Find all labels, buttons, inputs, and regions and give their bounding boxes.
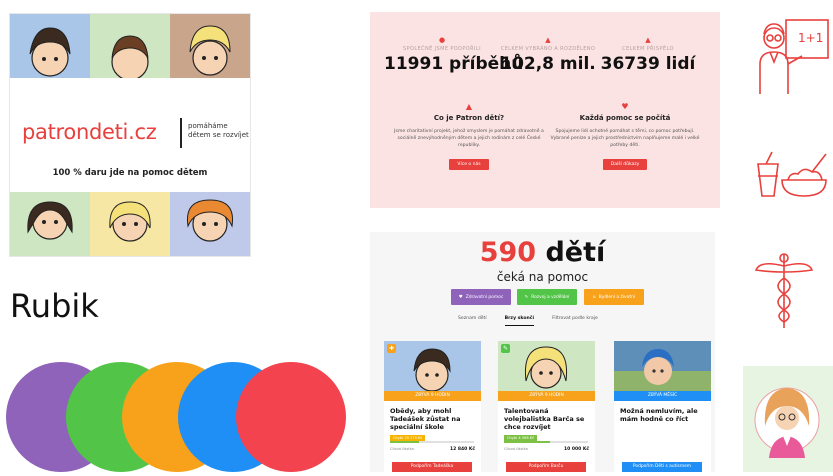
child-card[interactable]: ZBÝVÁ MĚSÍC Možná nemluvím, ale mám hodn… (614, 341, 711, 472)
goal-label: Cílová částka (504, 447, 528, 451)
time-left-band: ZBÝVÁ MĚSÍC (614, 391, 711, 401)
stat-block: ▲ CELKEM PŘISPĚLO 36739 lidí (590, 36, 706, 74)
stat-label: SPOLEČNĚ JSME PODPOŘILI (403, 46, 481, 52)
progress-bar (390, 441, 474, 443)
about-button[interactable]: Více o nás (449, 159, 489, 170)
brand-row: patrondeti.cz pomáháme dětem se rozvíjet… (10, 78, 250, 190)
kids-subtitle: čeká na pomoc (496, 270, 589, 284)
child-face-tile (10, 14, 90, 78)
card-title: Možná nemluvím, ale mám hodně co říct (620, 407, 698, 423)
heart-icon: ♥ (458, 294, 463, 300)
goal-amount: 10 000 Kč (564, 447, 589, 452)
filter-label: Zdravotní pomoc (465, 294, 504, 300)
tab-filter-region[interactable]: Filtrovat podle kraje (552, 316, 598, 326)
time-left-band: ZBÝVÁ 9 HODIN (498, 391, 595, 401)
brand-wordmark: patrondeti.cz (22, 120, 157, 144)
patrondeti-logo-card: patrondeti.cz pomáháme dětem se rozvíjet… (10, 14, 250, 256)
child-photo (498, 341, 595, 391)
kids-count-word: dětí (545, 237, 606, 268)
card-title: Obědy, aby mohl Tadeášek zůstat na speci… (390, 407, 461, 431)
child-photo (614, 341, 711, 391)
info-column: ▲ Co je Patron dětí? Jsme charitativní p… (394, 102, 544, 170)
heart-hand-icon: ♥ (621, 102, 629, 111)
info-text: Jsme charitativní projekt, jehož smyslem… (394, 129, 544, 148)
info-heading: Co je Patron dětí? (433, 114, 505, 122)
filter-label: Bydlení a životní (598, 294, 636, 300)
people-icon: ▲ (645, 36, 651, 44)
brand-tagline: pomáháme dětem se rozvíjet (188, 122, 249, 139)
food-icon (757, 151, 827, 197)
brand-subline: 100 % daru jde na pomoc dětem (52, 168, 208, 178)
support-button[interactable]: Podpořím Barču (506, 462, 586, 472)
stat-block: ● SPOLEČNĚ JSME PODPOŘILI 11991 příběhů (384, 36, 524, 74)
support-button[interactable]: Podpořím Tadeáška (392, 462, 472, 472)
kids-count-heading: 590 dětí (370, 237, 715, 268)
child-face-tile (10, 192, 90, 256)
child-face-tile (90, 192, 170, 256)
filter-health-button[interactable]: ♥ Zdravotní pomoc (451, 289, 511, 305)
stat-value: 102,8 mil. (500, 54, 596, 74)
stat-value: 36739 lidí (600, 54, 696, 74)
child-photo (384, 341, 481, 391)
font-name-title: Rubik (10, 287, 99, 325)
stat-label: CELKEM PŘISPĚLO (622, 46, 674, 52)
pencil-icon: ✎ (524, 294, 529, 300)
stats-panel: ● SPOLEČNĚ JSME PODPOŘILI 11991 příběhů … (370, 12, 720, 208)
brand-divider (180, 118, 182, 148)
house-icon: ⌂ (592, 294, 596, 300)
more-proofs-button[interactable]: Další důkazy (602, 159, 648, 170)
support-button[interactable]: Podpořím Děti s autismem (622, 462, 702, 472)
money-icon: ▲ (545, 36, 551, 44)
health-badge-icon: ✚ (387, 344, 396, 353)
teacher-icon: 1+1 (759, 19, 829, 94)
stat-block: ▲ CELKEM VYBRÁNO A ROZDĚLENO 102,8 mil. (490, 36, 606, 74)
goal-amount: 12 840 Kč (450, 447, 475, 452)
filter-housing-button[interactable]: ⌂ Bydlení a životní (584, 289, 644, 305)
svg-text:1+1: 1+1 (798, 31, 823, 45)
doctor-avatar-icon (754, 387, 820, 458)
kids-panel: 590 dětí čeká na pomoc ♥ Zdravotní pomoc… (370, 232, 715, 472)
child-face-tile (90, 14, 170, 78)
kids-count: 590 (479, 237, 537, 268)
goal-label: Cílová částka (390, 447, 414, 451)
progress-bar (504, 441, 588, 443)
child-face-tile (170, 192, 250, 256)
kids-tabs: Seznam dětí Brzy skončí Filtrovat podle … (458, 316, 638, 326)
child-face-tile (170, 14, 250, 78)
info-heading: Každá pomoc se počítá (579, 114, 671, 122)
tab-ending-soon[interactable]: Brzy skončí (504, 316, 535, 326)
medical-caduceus-icon (754, 253, 814, 328)
doctor-avatar-card (743, 366, 833, 472)
heart-icon: ● (438, 36, 446, 44)
stat-value: 11991 příběhů (384, 54, 524, 74)
education-badge-icon: ✎ (501, 344, 510, 353)
info-column: ♥ Každá pomoc se počítá Spojujeme lidi o… (550, 102, 700, 170)
color-swatch-circle (236, 362, 346, 472)
filter-label: Rozvoj a vzdělání (531, 294, 570, 300)
tab-list[interactable]: Seznam dětí (458, 316, 487, 326)
info-text: Spojujeme lidi ochotné pomáhat s těmi, c… (550, 129, 700, 148)
child-card[interactable]: ✎ ZBÝVÁ 9 HODIN Talentovaná volejbalistk… (498, 341, 595, 472)
stat-label: CELKEM VYBRÁNO A ROZDĚLENO (500, 46, 596, 52)
card-title: Talentovaná volejbalistka Barča se chce … (504, 407, 585, 431)
filter-education-button[interactable]: ✎ Rozvoj a vzdělání (517, 289, 577, 305)
time-left-band: ZBÝVÁ 9 HODIN (384, 391, 481, 401)
child-card[interactable]: ✚ ZBÝVÁ 9 HODIN Obědy, aby mohl Tadeášek… (384, 341, 481, 472)
people-icon: ▲ (465, 102, 473, 111)
